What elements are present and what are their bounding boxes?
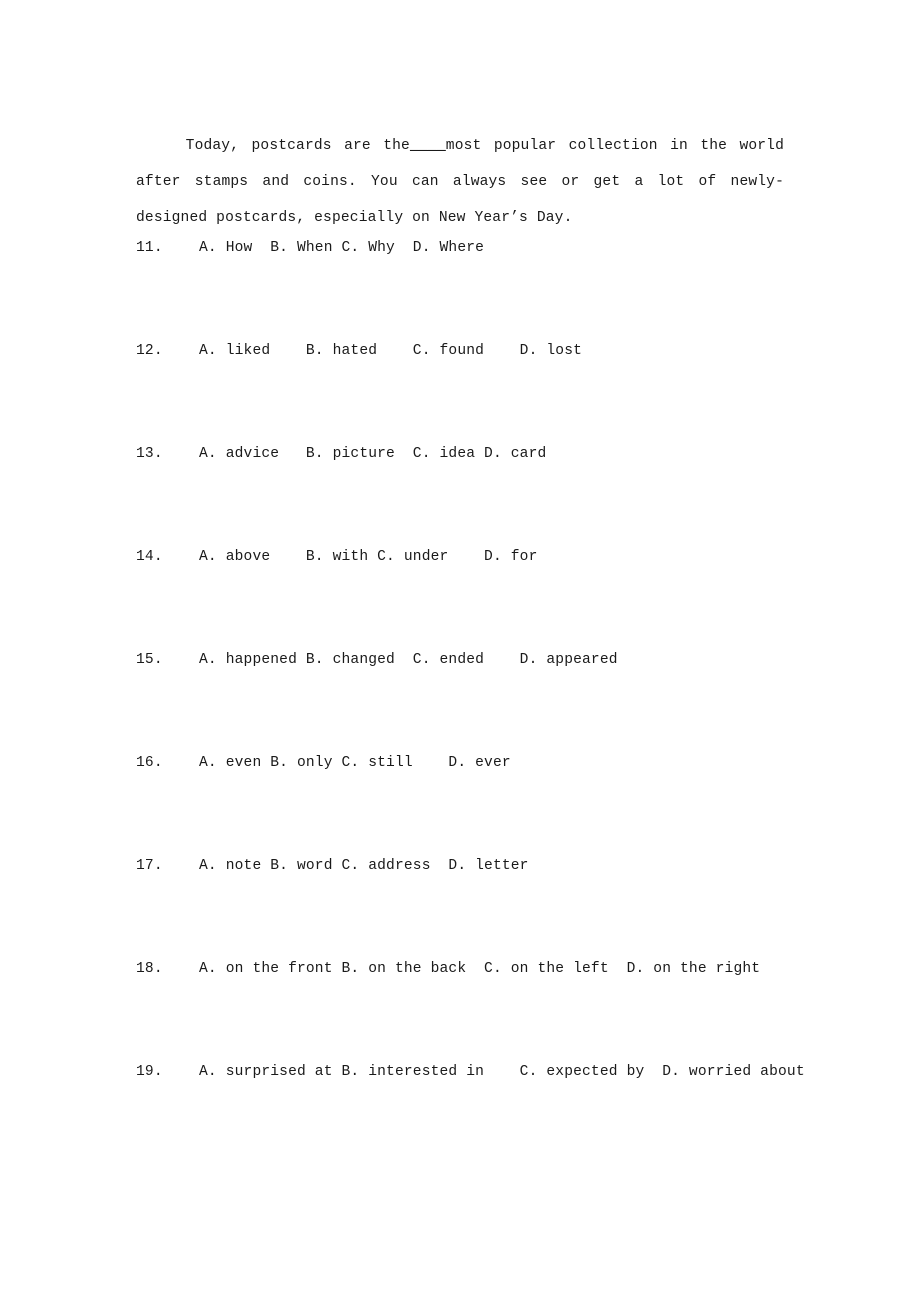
question-row: 15. A. happened B. changed C. ended D. ap… [136, 648, 836, 751]
question-row: 14. A. above B. with C. under D. for [136, 545, 836, 648]
question-number: 19. [136, 1064, 163, 1080]
question-options[interactable]: A. above B. with C. under D. for [199, 545, 538, 569]
question-row: 12. A. liked B. hated C. found D. lost [136, 339, 836, 442]
question-options[interactable]: A. liked B. hated C. found D. lost [199, 339, 582, 363]
passage-paragraph: Today, postcards are the____most popular… [136, 128, 784, 236]
question-number: 11. [136, 240, 163, 256]
question-number: 13. [136, 446, 163, 462]
question-number: 14. [136, 549, 163, 565]
question-row: 13. A. advice B. picture C. idea D. card [136, 442, 836, 545]
question-list: 11. A. How B. When C. Why D. Where 12. A. l… [136, 236, 836, 1163]
question-options[interactable]: A. note B. word C. address D. letter [199, 854, 529, 878]
question-options[interactable]: A. advice B. picture C. idea D. card [199, 442, 546, 466]
fill-in-blank: ____ [409, 137, 446, 154]
question-options[interactable]: A. happened B. changed C. ended D. appea… [199, 648, 618, 672]
question-options[interactable]: A. even B. only C. still D. ever [199, 751, 511, 775]
question-number: 18. [136, 961, 163, 977]
question-row: 17. A. note B. word C. address D. letter [136, 854, 836, 957]
question-number: 16. [136, 755, 163, 771]
question-number: 17. [136, 858, 163, 874]
passage-text-before-blank: Today, postcards are the [136, 137, 410, 154]
question-options[interactable]: A. How B. When C. Why D. Where [199, 236, 484, 260]
question-row: 16. A. even B. only C. still D. ever [136, 751, 836, 854]
question-row: 19. A. surprised at B. interested in C. e… [136, 1060, 836, 1163]
question-number: 15. [136, 652, 163, 668]
document-page: Today, postcards are the____most popular… [0, 0, 920, 1302]
question-number: 12. [136, 343, 163, 359]
question-row: 18. A. on the front B. on the back C. on … [136, 957, 836, 1060]
question-options[interactable]: A. on the front B. on the back C. on the… [199, 957, 760, 981]
question-options[interactable]: A. surprised at B. interested in C. expe… [199, 1060, 805, 1084]
question-row: 11. A. How B. When C. Why D. Where [136, 236, 836, 339]
